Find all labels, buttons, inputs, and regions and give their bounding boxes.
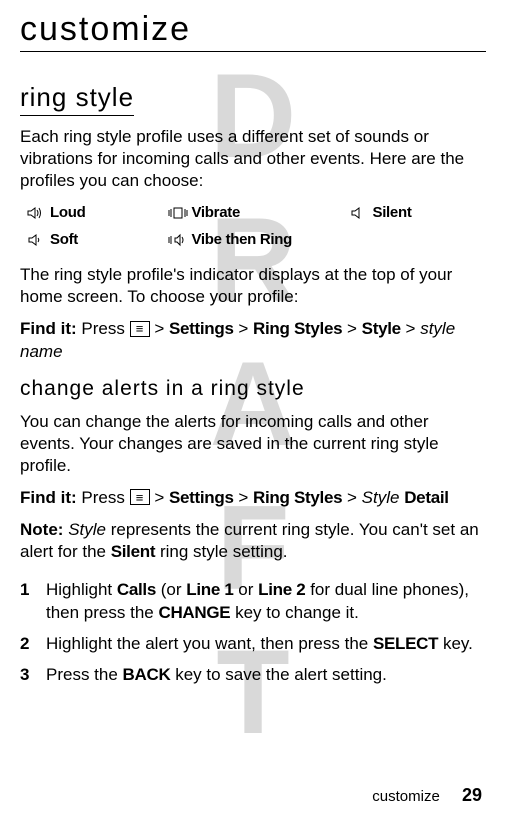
step-1-t2: (or: [156, 580, 186, 599]
note-style-word: Style: [68, 520, 106, 539]
page-number: 29: [462, 785, 482, 805]
path-style: Style: [362, 319, 401, 338]
profile-loud: Loud: [26, 204, 158, 221]
section-ring-style-heading: ring style: [20, 82, 134, 116]
step-1-calls: Calls: [117, 580, 156, 599]
find-it-ring-style: Find it: Press > Settings > Ring Styles …: [20, 318, 486, 362]
find-it-press: Press: [81, 319, 124, 338]
step-2-t1: Highlight the alert you want, then press…: [46, 634, 373, 653]
path2-settings: Settings: [169, 488, 234, 507]
soft-icon: [26, 232, 46, 248]
profile-silent: Silent: [348, 204, 480, 221]
step-1-line2: Line 2: [258, 580, 305, 599]
step-2: 2 Highlight the alert you want, then pre…: [20, 633, 486, 656]
silent-icon: [348, 205, 368, 221]
step-3-text: Press the BACK key to save the alert set…: [46, 664, 387, 687]
step-2-t2: key.: [438, 634, 473, 653]
path-ring-styles: Ring Styles: [253, 319, 342, 338]
step-2-number: 2: [20, 633, 32, 656]
step-2-text: Highlight the alert you want, then press…: [46, 633, 473, 656]
note-text-2: ring style setting.: [155, 542, 287, 561]
note-label: Note:: [20, 520, 63, 539]
profile-silent-label: Silent: [372, 204, 411, 221]
step-1-t3: or: [234, 580, 259, 599]
step-2-select: SELECT: [373, 634, 438, 653]
step-3-t2: key to save the alert setting.: [170, 665, 386, 684]
find-it-label-2: Find it:: [20, 488, 77, 507]
menu-key-icon: [130, 321, 150, 337]
note-silent: Silent: [111, 542, 156, 561]
profile-soft: Soft: [26, 231, 158, 248]
section-change-alerts-heading: change alerts in a ring style: [20, 377, 486, 401]
profile-vibrate: Vibrate: [168, 204, 339, 221]
step-3-back: BACK: [123, 665, 171, 684]
find-it-press-2: Press: [81, 488, 124, 507]
vibrate-icon: [168, 205, 188, 221]
ring-style-after-profiles: The ring style profile's indicator displ…: [20, 264, 486, 308]
step-1-line1: Line 1: [186, 580, 233, 599]
path-settings: Settings: [169, 319, 234, 338]
change-alerts-intro: You can change the alerts for incoming c…: [20, 411, 486, 477]
profile-vibe-then-ring-label: Vibe then Ring: [192, 231, 293, 248]
step-1-number: 1: [20, 579, 32, 625]
step-1: 1 Highlight Calls (or Line 1 or Line 2 f…: [20, 579, 486, 625]
note-paragraph: Note: Style represents the current ring …: [20, 519, 486, 563]
vibe-then-ring-icon: [168, 232, 188, 248]
menu-key-icon-2: [130, 489, 150, 505]
find-it-change-alerts: Find it: Press > Settings > Ring Styles …: [20, 487, 486, 509]
path2-ring-styles: Ring Styles: [253, 488, 342, 507]
profile-soft-label: Soft: [50, 231, 78, 248]
step-1-change: CHANGE: [158, 603, 230, 622]
profile-vibe-then-ring: Vibe then Ring: [168, 231, 339, 248]
loud-icon: [26, 205, 46, 221]
profiles-grid: Loud Vibrate Silent Soft Vibe then Ring: [20, 204, 486, 248]
step-1-text: Highlight Calls (or Line 1 or Line 2 for…: [46, 579, 486, 625]
page-content: customize ring style Each ring style pro…: [20, 10, 486, 687]
profile-vibrate-label: Vibrate: [192, 204, 240, 221]
step-3: 3 Press the BACK key to save the alert s…: [20, 664, 486, 687]
step-1-t5: key to change it.: [230, 603, 359, 622]
page-title: customize: [20, 10, 486, 52]
profile-loud-label: Loud: [50, 204, 85, 221]
step-1-t1: Highlight: [46, 580, 117, 599]
step-3-t1: Press the: [46, 665, 123, 684]
path2-style: Style: [362, 488, 400, 507]
page-footer: customize 29: [372, 785, 482, 806]
path2-detail: Detail: [404, 488, 449, 507]
footer-label: customize: [372, 788, 440, 805]
find-it-label: Find it:: [20, 319, 77, 338]
step-3-number: 3: [20, 664, 32, 687]
ring-style-intro: Each ring style profile uses a different…: [20, 126, 486, 192]
